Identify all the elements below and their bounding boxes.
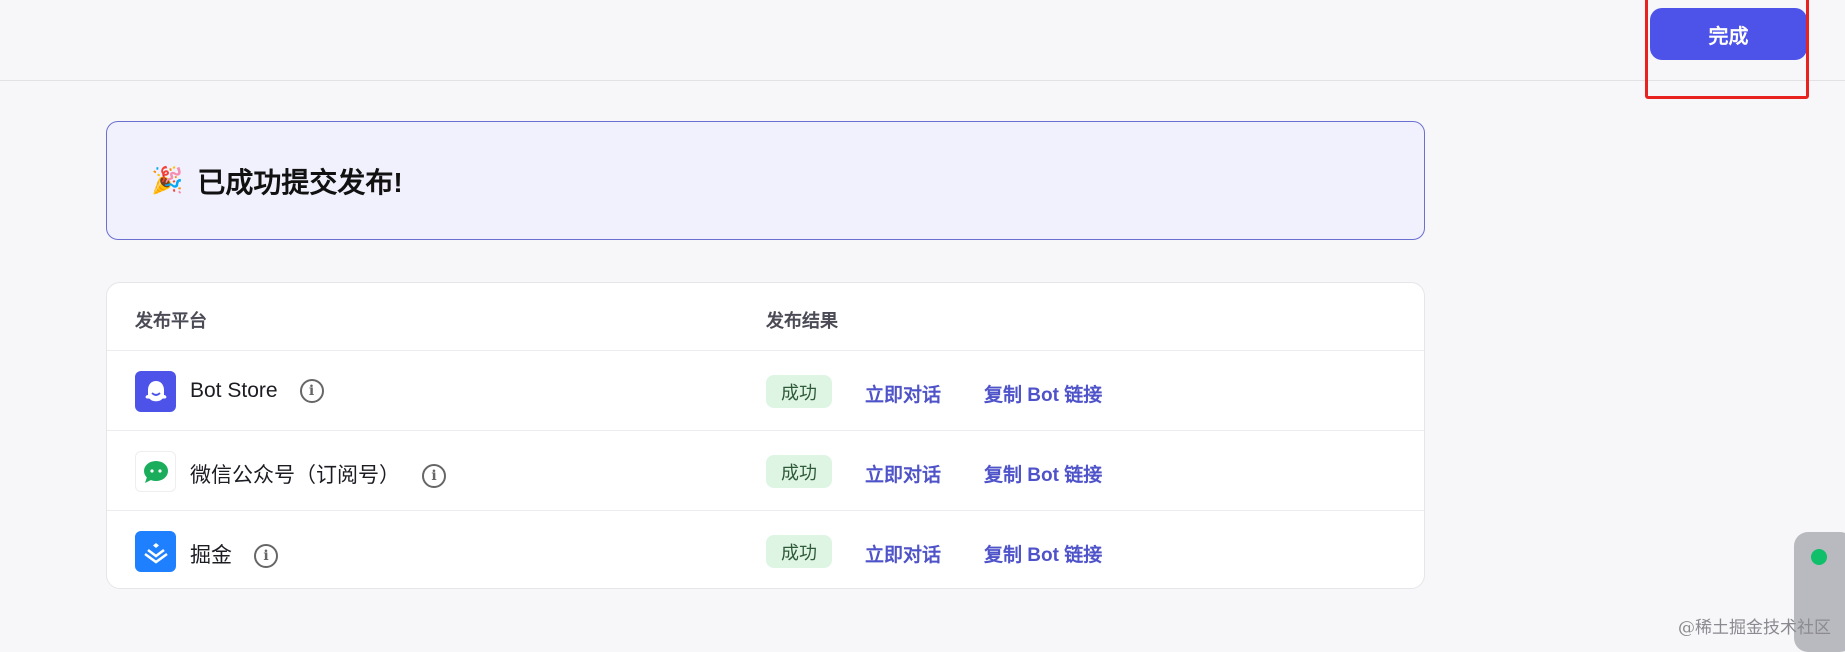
platform-name: 微信公众号（订阅号） <box>190 464 400 487</box>
banner-title: 已成功提交发布! <box>197 166 403 198</box>
done-button[interactable]: 完成 <box>1650 8 1807 60</box>
table-row: Bot Store i 成功 立即对话 复制 Bot 链接 <box>107 351 1424 431</box>
watermark: @稀土掘金技术社区 <box>1678 618 1831 638</box>
status-dot-icon <box>1811 549 1827 565</box>
platform-name: 掘金 <box>190 544 232 567</box>
party-popper-icon: 🎉 <box>151 165 184 195</box>
copy-bot-link[interactable]: 复制 Bot 链接 <box>984 380 1102 407</box>
juejin-icon <box>135 531 176 572</box>
status-badge: 成功 <box>766 375 832 408</box>
ghost-icon <box>135 371 176 412</box>
column-header-platform: 发布平台 <box>135 311 207 331</box>
table-header: 发布平台 发布结果 <box>107 283 1424 351</box>
chat-now-link[interactable]: 立即对话 <box>865 460 941 487</box>
publish-results-table: 发布平台 发布结果 Bot Store i 成功 立即对话 复制 Bot 链接 微… <box>106 282 1425 589</box>
copy-bot-link[interactable]: 复制 Bot 链接 <box>984 460 1102 487</box>
wechat-icon <box>135 451 176 492</box>
table-row: 掘金 i 成功 立即对话 复制 Bot 链接 <box>107 511 1424 588</box>
status-badge: 成功 <box>766 535 832 568</box>
info-icon[interactable]: i <box>299 379 324 404</box>
platform-name: Bot Store <box>190 379 278 402</box>
top-bar: 完成 <box>0 0 1845 81</box>
copy-bot-link[interactable]: 复制 Bot 链接 <box>984 540 1102 567</box>
chat-now-link[interactable]: 立即对话 <box>865 380 941 407</box>
info-icon[interactable]: i <box>422 464 446 489</box>
status-badge: 成功 <box>766 455 832 488</box>
info-icon[interactable]: i <box>254 544 278 569</box>
chat-now-link[interactable]: 立即对话 <box>865 540 941 567</box>
table-row: 微信公众号（订阅号） i 成功 立即对话 复制 Bot 链接 <box>107 431 1424 511</box>
success-banner: 🎉 已成功提交发布! <box>106 121 1425 240</box>
column-header-result: 发布结果 <box>766 311 838 331</box>
